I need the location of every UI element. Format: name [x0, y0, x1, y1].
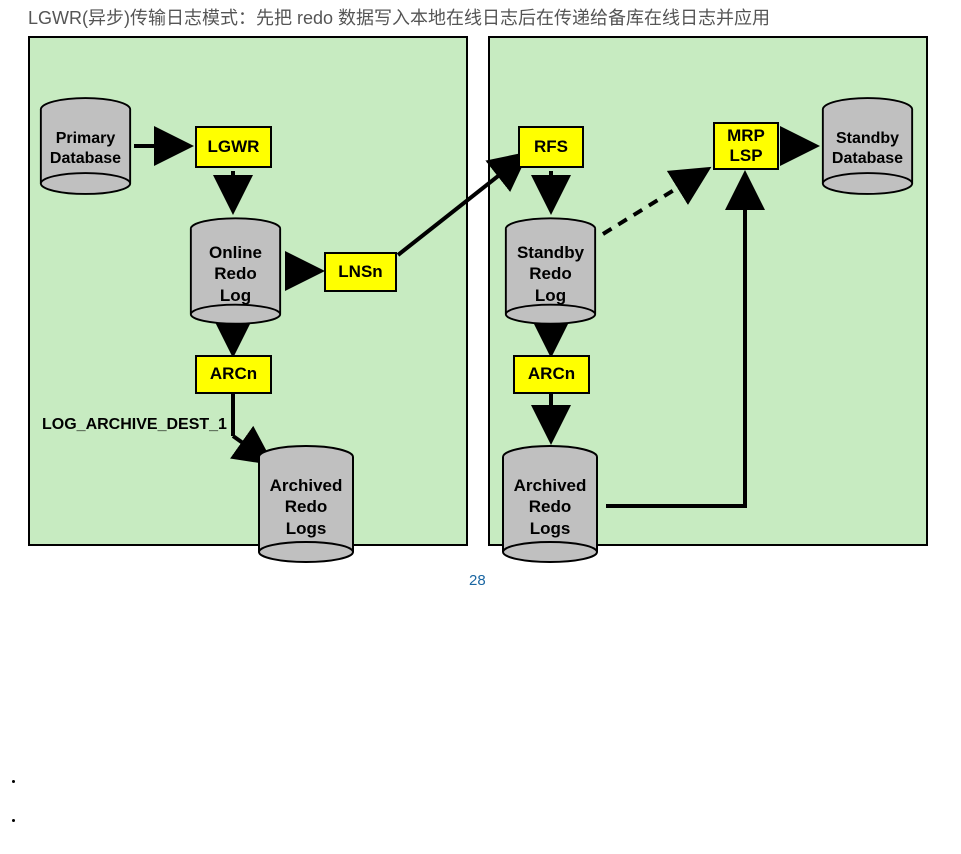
lnsn-box: LNSn	[324, 252, 397, 292]
standby-redo-log-label: StandbyRedoLog	[517, 236, 584, 306]
standby-archived-cylinder: ArchivedRedoLogs	[500, 444, 600, 564]
diagram-container: Primary Database Standby Database	[28, 36, 933, 596]
standby-archived-label: ArchivedRedoLogs	[514, 469, 587, 539]
mrp-lsp-box: MRPLSP	[713, 122, 779, 170]
primary-archived-label: ArchivedRedoLogs	[270, 469, 343, 539]
standby-db-cylinder: StandbyDatabase	[820, 96, 915, 196]
online-redo-log-cylinder: OnlineRedoLog	[188, 216, 283, 326]
bullet-item	[24, 776, 961, 787]
log-archive-dest-label: LOG_ARCHIVE_DEST_1	[42, 416, 227, 434]
standby-redo-log-cylinder: StandbyRedoLog	[503, 216, 598, 326]
primary-db-label: PrimaryDatabase	[50, 123, 121, 169]
bullet-item	[24, 815, 961, 826]
page-number: 28	[469, 572, 486, 589]
lgwr-box: LGWR	[195, 126, 272, 168]
standby-db-label: StandbyDatabase	[832, 123, 903, 169]
caption-text: LGWR(异步)传输日志模式：先把 redo 数据写入本地在线日志后在传递给备库…	[0, 0, 961, 30]
online-redo-log-label: OnlineRedoLog	[209, 236, 262, 306]
primary-archived-cylinder: ArchivedRedoLogs	[256, 444, 356, 564]
primary-db-cylinder: PrimaryDatabase	[38, 96, 133, 196]
standby-arcn-box: ARCn	[513, 355, 590, 394]
primary-arcn-box: ARCn	[195, 355, 272, 394]
rfs-box: RFS	[518, 126, 584, 168]
